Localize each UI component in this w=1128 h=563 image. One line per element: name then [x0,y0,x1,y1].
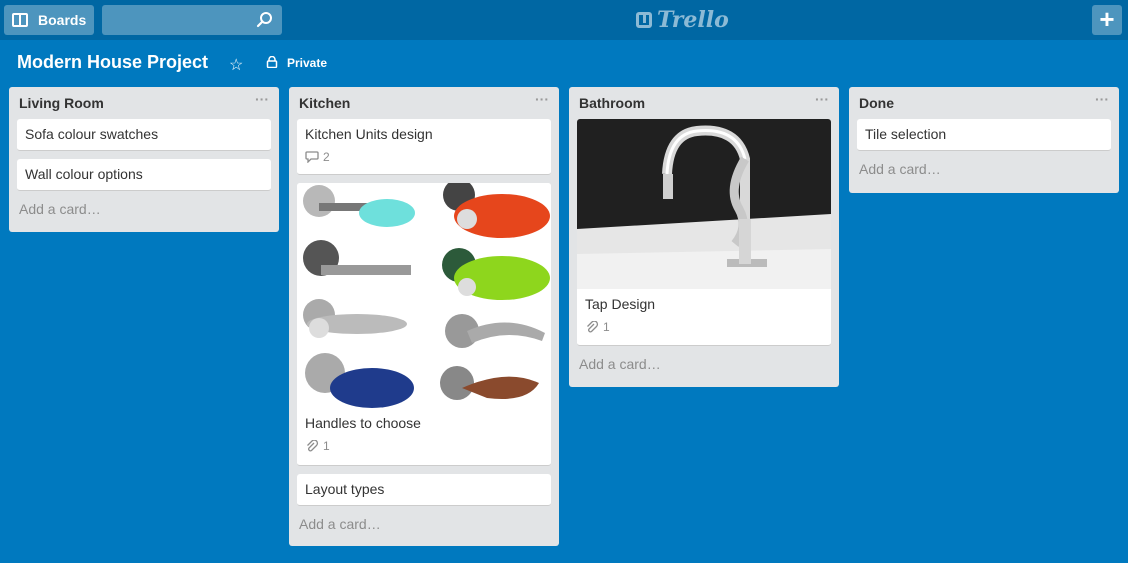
card-badges: 1 [585,320,823,334]
board-title[interactable]: Modern House Project [17,52,208,73]
list-title[interactable]: Kitchen [299,95,350,111]
comment-count: 2 [323,150,330,164]
card-title: Handles to choose [305,415,421,431]
card-body: Handles to choose 1 [297,408,551,460]
list-bathroom: Bathroom ··· Tap Design 1 Add a card… [569,87,839,387]
card-with-cover[interactable]: Handles to choose 1 [297,183,551,466]
list-kitchen: Kitchen ··· Kitchen Units design 2 Handl… [289,87,559,546]
add-card-link[interactable]: Add a card… [849,159,1119,187]
card-title: Wall colour options [25,166,143,182]
list-title[interactable]: Done [859,95,894,111]
add-card-link[interactable]: Add a card… [569,354,839,382]
search-icon[interactable] [256,11,274,29]
card-title: Kitchen Units design [305,126,433,142]
list-header[interactable]: Bathroom ··· [569,87,839,119]
card-title: Layout types [305,481,385,497]
search-input[interactable] [102,5,252,35]
search-box[interactable] [102,5,282,35]
list-header[interactable]: Kitchen ··· [289,87,559,119]
card-with-cover[interactable]: Tap Design 1 [577,119,831,346]
boards-label: Boards [38,12,87,28]
list-title[interactable]: Living Room [19,95,104,111]
trello-logo-icon [636,12,652,28]
card-badges: 1 [305,439,543,453]
list-menu-icon[interactable]: ··· [535,91,549,107]
privacy-button[interactable]: Private [287,56,327,70]
card[interactable]: Kitchen Units design 2 [297,119,551,175]
add-card-link[interactable]: Add a card… [289,514,559,542]
chrome-tap-image [577,119,831,289]
list-header[interactable]: Done ··· [849,87,1119,119]
boards-icon [12,13,28,27]
card[interactable]: Tile selection [857,119,1111,151]
attachment-count: 1 [323,439,330,453]
card[interactable]: Wall colour options [17,159,271,191]
list-title[interactable]: Bathroom [579,95,645,111]
card-badges: 2 [305,150,543,164]
card-body: Tap Design 1 [577,289,831,341]
lock-icon[interactable] [266,56,278,68]
add-card-link[interactable]: Add a card… [9,199,279,227]
add-button[interactable]: + [1092,5,1122,35]
comment-icon [305,151,319,163]
top-bar: Boards Trello + [0,0,1128,40]
card[interactable]: Layout types [297,474,551,506]
star-icon[interactable]: ☆ [229,55,243,75]
boards-button[interactable]: Boards [4,5,94,35]
card-title: Tap Design [585,296,656,312]
card-title: Sofa colour swatches [25,126,159,142]
door-handles-image [297,183,551,408]
card[interactable]: Sofa colour swatches [17,119,271,151]
list-menu-icon[interactable]: ··· [815,91,829,107]
card-title: Tile selection [865,126,947,142]
logo-text: Trello [657,7,729,33]
attachment-icon [587,321,599,333]
attachment-icon [307,440,319,452]
list-header[interactable]: Living Room ··· [9,87,279,119]
trello-logo[interactable]: Trello [636,7,729,33]
list-menu-icon[interactable]: ··· [1095,91,1109,107]
list-living-room: Living Room ··· Sofa colour swatches Wal… [9,87,279,232]
list-menu-icon[interactable]: ··· [255,91,269,107]
list-done: Done ··· Tile selection Add a card… [849,87,1119,193]
attachment-count: 1 [603,320,610,334]
